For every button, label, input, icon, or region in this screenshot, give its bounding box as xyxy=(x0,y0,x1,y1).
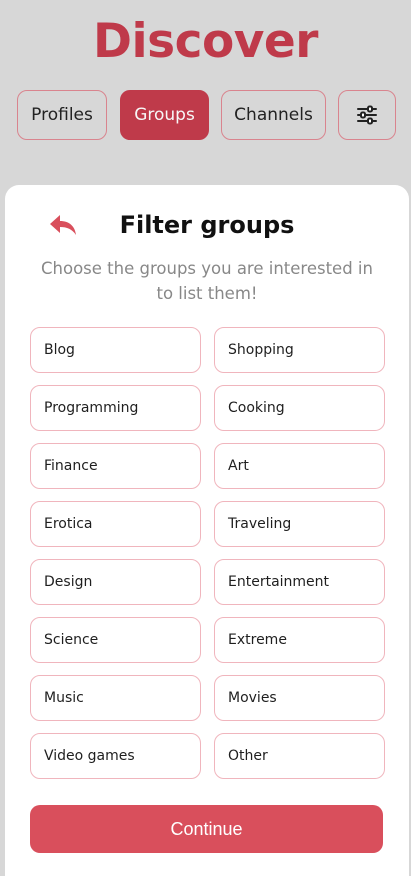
tab-channels-label: Channels xyxy=(234,105,313,125)
filter-sheet: Filter groups Choose the groups you are … xyxy=(5,185,409,876)
category-chip-traveling[interactable]: Traveling xyxy=(214,501,385,547)
category-chip-music[interactable]: Music xyxy=(30,675,201,721)
tab-groups-label: Groups xyxy=(134,105,195,125)
sheet-title: Filter groups xyxy=(119,211,295,239)
category-chip-cooking[interactable]: Cooking xyxy=(214,385,385,431)
tab-profiles[interactable]: Profiles xyxy=(17,90,107,140)
category-chip-shopping[interactable]: Shopping xyxy=(214,327,385,373)
tab-groups[interactable]: Groups xyxy=(120,90,209,140)
tab-profiles-label: Profiles xyxy=(31,105,93,125)
category-chip-movies[interactable]: Movies xyxy=(214,675,385,721)
category-chip-programming[interactable]: Programming xyxy=(30,385,201,431)
category-grid: Blog Shopping Programming Cooking Financ… xyxy=(30,327,385,779)
filter-button[interactable] xyxy=(338,90,396,140)
sliders-icon xyxy=(357,105,377,125)
tab-channels[interactable]: Channels xyxy=(221,90,326,140)
discover-screen: Discover Profiles Groups Channels Filter… xyxy=(0,0,411,876)
category-chip-extreme[interactable]: Extreme xyxy=(214,617,385,663)
category-chip-erotica[interactable]: Erotica xyxy=(30,501,201,547)
category-chip-design[interactable]: Design xyxy=(30,559,201,605)
category-chip-art[interactable]: Art xyxy=(214,443,385,489)
sheet-subtitle: Choose the groups you are interested in … xyxy=(41,259,373,303)
category-chip-finance[interactable]: Finance xyxy=(30,443,201,489)
category-chip-other[interactable]: Other xyxy=(214,733,385,779)
continue-button[interactable]: Continue xyxy=(30,805,383,853)
page-title: Discover xyxy=(93,14,318,69)
category-chip-video-games[interactable]: Video games xyxy=(30,733,201,779)
category-chip-science[interactable]: Science xyxy=(30,617,201,663)
category-chip-entertainment[interactable]: Entertainment xyxy=(214,559,385,605)
category-chip-blog[interactable]: Blog xyxy=(30,327,201,373)
